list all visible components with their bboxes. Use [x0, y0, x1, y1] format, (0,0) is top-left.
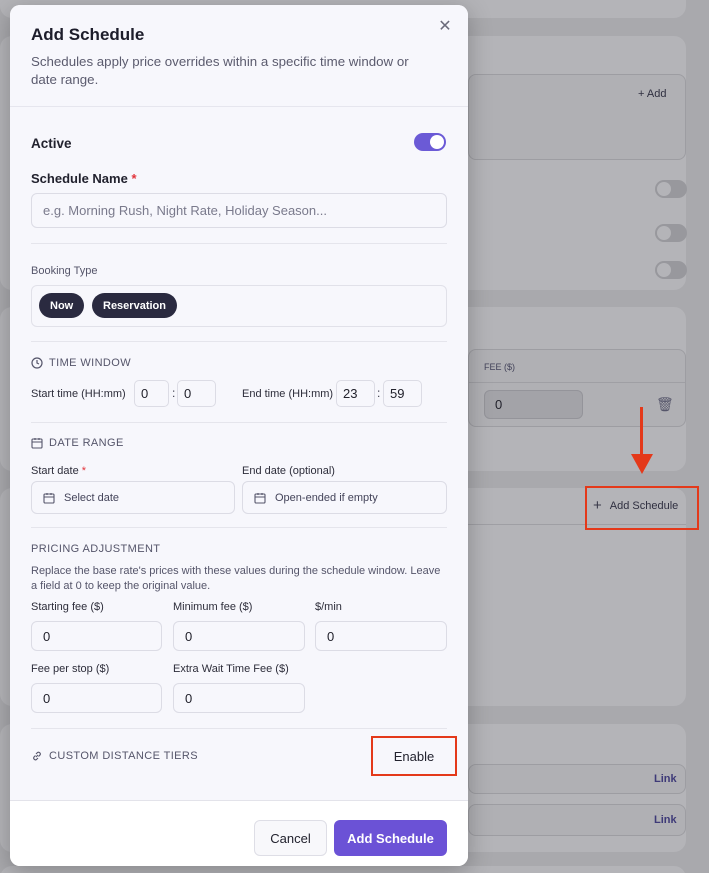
- time-window-heading: TIME WINDOW: [31, 357, 131, 369]
- date-range-heading: DATE RANGE: [31, 437, 124, 449]
- fee-per-stop-label: Fee per stop ($): [31, 663, 110, 675]
- background-fee-input[interactable]: 0: [484, 390, 583, 419]
- background-fee-header: FEE ($): [484, 362, 516, 372]
- extra-wait-fee-label: Extra Wait Time Fee ($): [173, 663, 289, 675]
- calendar-icon: [254, 492, 266, 504]
- per-minute-input[interactable]: 0: [315, 621, 447, 651]
- time-separator: :: [172, 386, 176, 400]
- end-date-label: End date (optional): [242, 465, 335, 477]
- minimum-fee-label: Minimum fee ($): [173, 601, 253, 613]
- modal-title: Add Schedule: [31, 25, 145, 44]
- required-asterisk: *: [81, 465, 87, 477]
- end-minute-input[interactable]: 59: [383, 380, 422, 407]
- end-date-input[interactable]: Open-ended if empty: [242, 481, 447, 514]
- booking-type-selector: Now Reservation: [31, 285, 447, 327]
- start-time-label: Start time (HH:mm): [31, 388, 126, 400]
- per-minute-label: $/min: [315, 601, 342, 613]
- section-divider: [31, 527, 447, 528]
- background-card-bottom: [0, 866, 686, 873]
- cancel-button[interactable]: Cancel: [254, 820, 327, 856]
- calendar-icon: [31, 438, 43, 449]
- add-schedule-button[interactable]: Add Schedule: [334, 820, 447, 856]
- modal-description: Schedules apply price overrides within a…: [31, 54, 409, 87]
- background-toggle-1[interactable]: [655, 180, 687, 198]
- background-link-1[interactable]: Link: [654, 773, 677, 785]
- annotation-arrow-shaft: [640, 407, 643, 455]
- end-time-label: End time (HH:mm): [242, 388, 334, 400]
- modal-footer: Cancel Add Schedule: [10, 800, 468, 866]
- start-hour-input[interactable]: 0: [134, 380, 169, 407]
- pricing-adjustment-heading: PRICING ADJUSTMENT: [31, 543, 161, 555]
- section-divider: [31, 243, 447, 244]
- background-link-2[interactable]: Link: [654, 814, 677, 826]
- background-fee-divider: [469, 382, 685, 383]
- section-divider: [31, 422, 447, 423]
- link-icon: [33, 751, 41, 761]
- fee-per-stop-input[interactable]: 0: [31, 683, 162, 713]
- starting-fee-input[interactable]: 0: [31, 621, 162, 651]
- minimum-fee-input[interactable]: 0: [173, 621, 305, 651]
- start-date-label: Start date *: [31, 465, 87, 477]
- modal-header: Add Schedule Schedules apply price overr…: [10, 5, 468, 107]
- enable-distance-tiers-button[interactable]: Enable: [371, 736, 457, 776]
- time-separator: :: [377, 386, 381, 400]
- modal-body: Active Schedule Name * e.g. Morning Rush…: [10, 107, 468, 800]
- section-divider: [31, 728, 447, 729]
- background-toggle-3[interactable]: [655, 261, 687, 279]
- active-label: Active: [31, 136, 72, 151]
- annotation-box-add-schedule: [585, 486, 699, 530]
- trash-icon[interactable]: 🗑: [656, 396, 674, 413]
- background-toggle-2[interactable]: [655, 224, 687, 242]
- start-date-input[interactable]: Select date: [31, 481, 235, 514]
- pricing-note: Replace the base rate's prices with thes…: [31, 565, 441, 592]
- extra-wait-fee-input[interactable]: 0: [173, 683, 305, 713]
- booking-type-chip-now[interactable]: Now: [39, 293, 85, 318]
- annotation-arrow-head: [631, 454, 653, 474]
- section-divider: [31, 341, 447, 342]
- schedule-name-input[interactable]: e.g. Morning Rush, Night Rate, Holiday S…: [31, 193, 447, 228]
- booking-type-label: Booking Type: [31, 265, 98, 277]
- calendar-icon: [43, 492, 55, 504]
- booking-type-chip-reservation[interactable]: Reservation: [92, 293, 177, 318]
- end-hour-input[interactable]: 23: [336, 380, 375, 407]
- custom-distance-tiers-heading: CUSTOM DISTANCE TIERS: [31, 750, 198, 762]
- toggle-knob: [430, 135, 444, 149]
- required-asterisk: *: [131, 171, 137, 186]
- active-toggle[interactable]: [414, 133, 446, 151]
- clock-icon: [31, 357, 43, 369]
- start-minute-input[interactable]: 0: [177, 380, 216, 407]
- close-icon[interactable]: ✕: [436, 18, 454, 36]
- schedule-name-label: Schedule Name *: [31, 171, 137, 186]
- background-rules-box: [468, 74, 686, 160]
- background-add-button[interactable]: + Add: [638, 88, 666, 100]
- starting-fee-label: Starting fee ($): [31, 601, 104, 613]
